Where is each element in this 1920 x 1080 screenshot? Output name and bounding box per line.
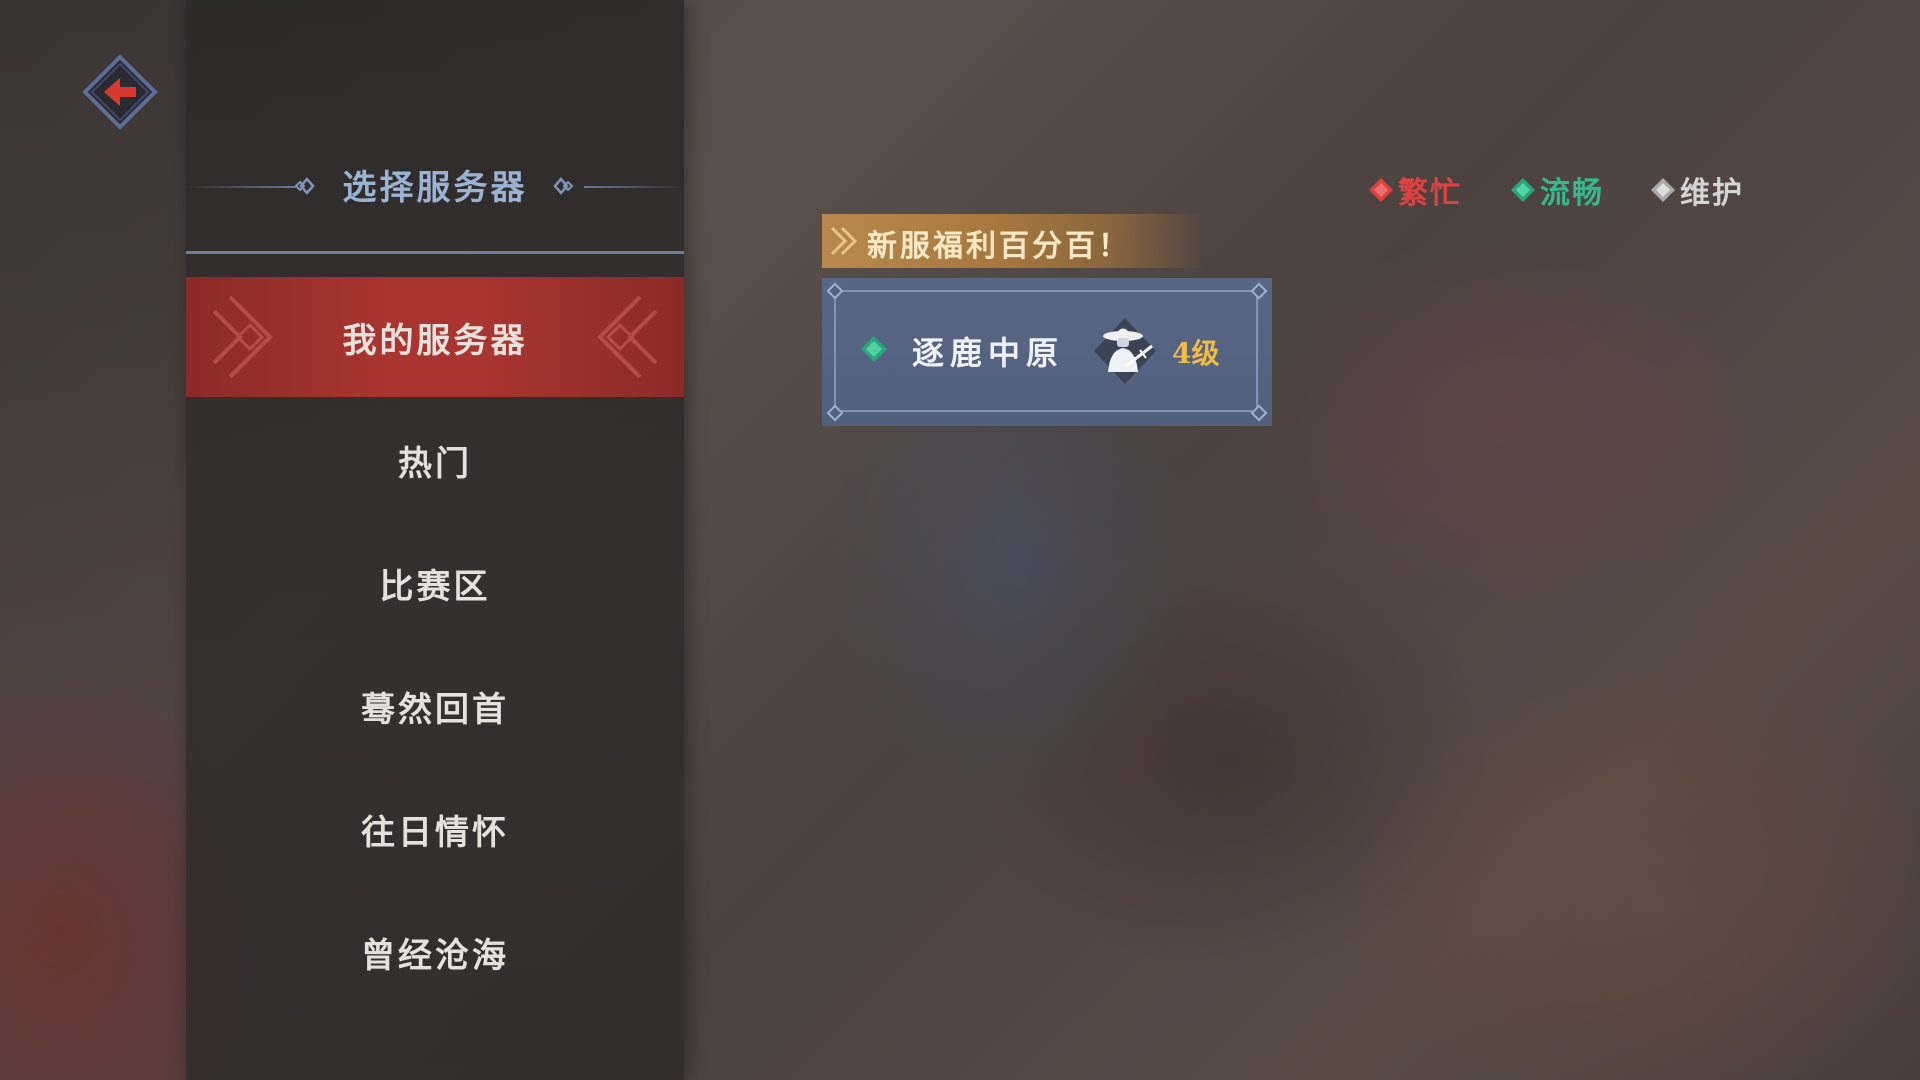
header-line-right (584, 186, 684, 188)
sidebar-item-past-seas[interactable]: 曾经沧海 (186, 892, 684, 1012)
sidebar-item-label: 比赛区 (379, 566, 491, 607)
sidebar-item-label: 往日情怀 (361, 812, 509, 853)
legend-busy: 繁忙 (1366, 170, 1462, 211)
server-status-smooth-icon (861, 336, 887, 362)
chevron-ornament-left-icon (212, 295, 273, 379)
header-ornament-right-icon (553, 177, 574, 195)
sidebar-item-old-times[interactable]: 往日情怀 (186, 769, 684, 889)
legend-label: 繁忙 (1398, 176, 1462, 211)
server-card[interactable]: 逐鹿中原 4级 (822, 278, 1272, 426)
sidebar-item-competition[interactable]: 比赛区 (186, 523, 684, 643)
legend-label: 维护 (1680, 176, 1744, 211)
sidebar-item-label: 蓦然回首 (361, 689, 509, 730)
sidebar-item-label: 热门 (398, 443, 472, 484)
legend-smooth: 流畅 (1508, 170, 1604, 211)
back-button[interactable] (82, 54, 158, 130)
background-strip (0, 0, 186, 1080)
game-screen: 选择服务器 我的服务器 热门 比赛区 蓦然回首 往日情怀 曾经沧海 繁忙 流畅 … (0, 0, 1920, 1080)
character-level: 4级 (1172, 337, 1220, 370)
legend-label: 流畅 (1540, 176, 1604, 211)
chevron-ornament-right-icon (597, 295, 658, 379)
promo-label: 新服福利百分百！ (867, 229, 1131, 264)
busy-diamond-icon (1369, 178, 1393, 202)
sidebar-item-looking-back[interactable]: 蓦然回首 (186, 646, 684, 766)
smooth-diamond-icon (1511, 178, 1535, 202)
sidebar-item-hot[interactable]: 热门 (186, 400, 684, 520)
double-chevron-icon (830, 226, 858, 256)
sidebar-divider (186, 251, 684, 254)
sidebar-item-my-servers[interactable]: 我的服务器 (186, 277, 684, 397)
back-arrow-icon (82, 54, 158, 130)
server-category-sidebar: 选择服务器 我的服务器 热门 比赛区 蓦然回首 往日情怀 曾经沧海 (186, 0, 684, 1080)
sidebar-item-label: 曾经沧海 (361, 935, 509, 976)
swordsman-avatar-icon (1094, 318, 1156, 384)
legend-maintenance: 维护 (1648, 170, 1744, 211)
sidebar-item-label: 我的服务器 (342, 320, 528, 361)
sidebar-header: 选择服务器 (186, 150, 684, 216)
sidebar-title: 选择服务器 (342, 168, 528, 208)
maintenance-diamond-icon (1651, 178, 1675, 202)
new-server-promo-banner: 新服福利百分百！ (822, 214, 1202, 268)
server-name: 逐鹿中原 (912, 334, 1065, 372)
